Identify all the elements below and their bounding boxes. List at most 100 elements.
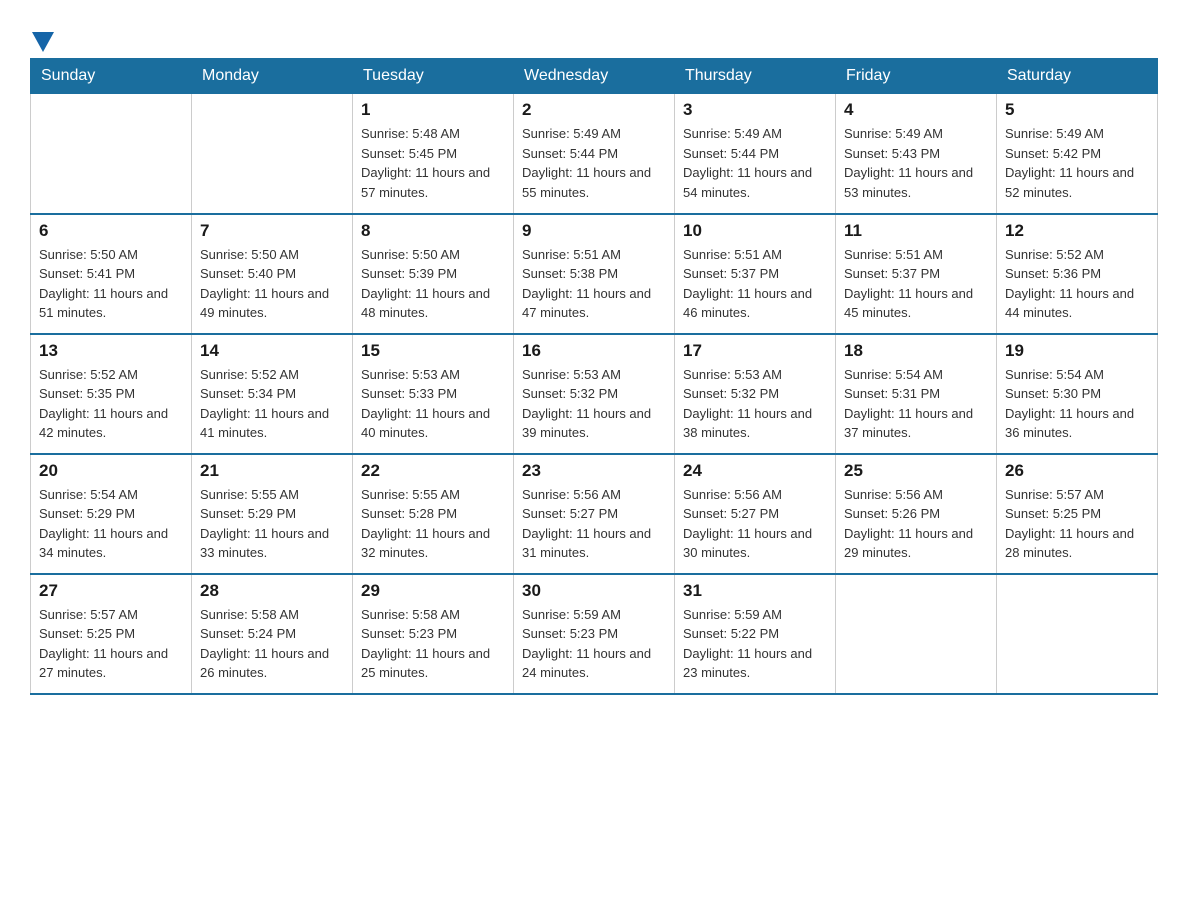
day-info: Sunrise: 5:54 AMSunset: 5:31 PMDaylight:… bbox=[844, 365, 988, 443]
calendar-week-row: 27Sunrise: 5:57 AMSunset: 5:25 PMDayligh… bbox=[31, 574, 1158, 694]
calendar-cell: 2Sunrise: 5:49 AMSunset: 5:44 PMDaylight… bbox=[514, 94, 675, 214]
calendar-cell: 23 Sunrise: 5:56 AMSunset: 5:27 PMDayligh… bbox=[514, 454, 675, 574]
day-info: Sunrise: 5:56 AMSunset: 5:26 PMDaylight:… bbox=[844, 485, 988, 563]
calendar-cell: 15 Sunrise: 5:53 AMSunset: 5:33 PMDayligh… bbox=[353, 334, 514, 454]
calendar-cell: 28 Sunrise: 5:58 AMSunset: 5:24 PMDayligh… bbox=[192, 574, 353, 694]
day-info: Sunrise: 5:51 AMSunset: 5:37 PMDaylight:… bbox=[683, 245, 827, 323]
day-number: 9 bbox=[522, 221, 666, 241]
calendar-cell: 20 Sunrise: 5:54 AMSunset: 5:29 PMDayligh… bbox=[31, 454, 192, 574]
day-number: 5 bbox=[1005, 100, 1149, 120]
calendar-cell: 13 Sunrise: 5:52 AMSunset: 5:35 PMDayligh… bbox=[31, 334, 192, 454]
day-number: 30 bbox=[522, 581, 666, 601]
calendar-cell: 17 Sunrise: 5:53 AMSunset: 5:32 PMDayligh… bbox=[675, 334, 836, 454]
calendar-cell: 9 Sunrise: 5:51 AMSunset: 5:38 PMDaylight… bbox=[514, 214, 675, 334]
calendar-header-row: SundayMondayTuesdayWednesdayThursdayFrid… bbox=[31, 59, 1158, 94]
day-info: Sunrise: 5:54 AMSunset: 5:30 PMDaylight:… bbox=[1005, 365, 1149, 443]
day-number: 21 bbox=[200, 461, 344, 481]
calendar-cell bbox=[997, 574, 1158, 694]
day-info: Sunrise: 5:57 AMSunset: 5:25 PMDaylight:… bbox=[1005, 485, 1149, 563]
calendar-cell bbox=[192, 94, 353, 214]
calendar-cell: 25 Sunrise: 5:56 AMSunset: 5:26 PMDayligh… bbox=[836, 454, 997, 574]
page-header bbox=[30, 20, 1158, 48]
calendar-cell: 4Sunrise: 5:49 AMSunset: 5:43 PMDaylight… bbox=[836, 94, 997, 214]
day-number: 24 bbox=[683, 461, 827, 481]
day-info: Sunrise: 5:58 AMSunset: 5:24 PMDaylight:… bbox=[200, 605, 344, 683]
day-info: Sunrise: 5:53 AMSunset: 5:32 PMDaylight:… bbox=[522, 365, 666, 443]
day-info: Sunrise: 5:54 AMSunset: 5:29 PMDaylight:… bbox=[39, 485, 183, 563]
day-info: Sunrise: 5:49 AMSunset: 5:44 PMDaylight:… bbox=[522, 124, 666, 202]
day-number: 22 bbox=[361, 461, 505, 481]
day-info: Sunrise: 5:50 AMSunset: 5:40 PMDaylight:… bbox=[200, 245, 344, 323]
day-number: 18 bbox=[844, 341, 988, 361]
calendar-cell: 11 Sunrise: 5:51 AMSunset: 5:37 PMDayligh… bbox=[836, 214, 997, 334]
calendar-cell: 27Sunrise: 5:57 AMSunset: 5:25 PMDayligh… bbox=[31, 574, 192, 694]
day-info: Sunrise: 5:59 AMSunset: 5:23 PMDaylight:… bbox=[522, 605, 666, 683]
day-number: 17 bbox=[683, 341, 827, 361]
day-number: 8 bbox=[361, 221, 505, 241]
day-number: 3 bbox=[683, 100, 827, 120]
day-number: 1 bbox=[361, 100, 505, 120]
calendar-cell: 16 Sunrise: 5:53 AMSunset: 5:32 PMDayligh… bbox=[514, 334, 675, 454]
day-info: Sunrise: 5:49 AMSunset: 5:44 PMDaylight:… bbox=[683, 124, 827, 202]
day-number: 19 bbox=[1005, 341, 1149, 361]
day-number: 14 bbox=[200, 341, 344, 361]
day-number: 12 bbox=[1005, 221, 1149, 241]
calendar-cell: 10Sunrise: 5:51 AMSunset: 5:37 PMDayligh… bbox=[675, 214, 836, 334]
day-info: Sunrise: 5:55 AMSunset: 5:29 PMDaylight:… bbox=[200, 485, 344, 563]
calendar-cell: 24Sunrise: 5:56 AMSunset: 5:27 PMDayligh… bbox=[675, 454, 836, 574]
day-number: 29 bbox=[361, 581, 505, 601]
calendar-cell: 30 Sunrise: 5:59 AMSunset: 5:23 PMDayligh… bbox=[514, 574, 675, 694]
day-info: Sunrise: 5:50 AMSunset: 5:39 PMDaylight:… bbox=[361, 245, 505, 323]
day-info: Sunrise: 5:49 AMSunset: 5:42 PMDaylight:… bbox=[1005, 124, 1149, 202]
day-number: 28 bbox=[200, 581, 344, 601]
day-number: 15 bbox=[361, 341, 505, 361]
calendar-cell: 26 Sunrise: 5:57 AMSunset: 5:25 PMDayligh… bbox=[997, 454, 1158, 574]
day-info: Sunrise: 5:52 AMSunset: 5:35 PMDaylight:… bbox=[39, 365, 183, 443]
calendar-cell: 8 Sunrise: 5:50 AMSunset: 5:39 PMDaylight… bbox=[353, 214, 514, 334]
logo bbox=[30, 30, 54, 48]
calendar-cell: 29 Sunrise: 5:58 AMSunset: 5:23 PMDayligh… bbox=[353, 574, 514, 694]
calendar-header-friday: Friday bbox=[836, 59, 997, 94]
day-number: 31 bbox=[683, 581, 827, 601]
day-number: 16 bbox=[522, 341, 666, 361]
day-number: 20 bbox=[39, 461, 183, 481]
calendar-week-row: 1Sunrise: 5:48 AMSunset: 5:45 PMDaylight… bbox=[31, 94, 1158, 214]
calendar-header-sunday: Sunday bbox=[31, 59, 192, 94]
calendar-week-row: 6 Sunrise: 5:50 AMSunset: 5:41 PMDaylight… bbox=[31, 214, 1158, 334]
calendar-header-tuesday: Tuesday bbox=[353, 59, 514, 94]
day-number: 4 bbox=[844, 100, 988, 120]
day-number: 11 bbox=[844, 221, 988, 241]
day-number: 7 bbox=[200, 221, 344, 241]
calendar-cell: 19 Sunrise: 5:54 AMSunset: 5:30 PMDayligh… bbox=[997, 334, 1158, 454]
day-info: Sunrise: 5:53 AMSunset: 5:32 PMDaylight:… bbox=[683, 365, 827, 443]
day-info: Sunrise: 5:51 AMSunset: 5:38 PMDaylight:… bbox=[522, 245, 666, 323]
day-info: Sunrise: 5:52 AMSunset: 5:34 PMDaylight:… bbox=[200, 365, 344, 443]
day-info: Sunrise: 5:51 AMSunset: 5:37 PMDaylight:… bbox=[844, 245, 988, 323]
calendar-table: SundayMondayTuesdayWednesdayThursdayFrid… bbox=[30, 58, 1158, 695]
calendar-header-monday: Monday bbox=[192, 59, 353, 94]
day-info: Sunrise: 5:53 AMSunset: 5:33 PMDaylight:… bbox=[361, 365, 505, 443]
day-number: 26 bbox=[1005, 461, 1149, 481]
day-info: Sunrise: 5:59 AMSunset: 5:22 PMDaylight:… bbox=[683, 605, 827, 683]
calendar-cell: 31 Sunrise: 5:59 AMSunset: 5:22 PMDayligh… bbox=[675, 574, 836, 694]
calendar-cell: 1Sunrise: 5:48 AMSunset: 5:45 PMDaylight… bbox=[353, 94, 514, 214]
calendar-cell: 18 Sunrise: 5:54 AMSunset: 5:31 PMDayligh… bbox=[836, 334, 997, 454]
calendar-cell: 14 Sunrise: 5:52 AMSunset: 5:34 PMDayligh… bbox=[192, 334, 353, 454]
calendar-header-thursday: Thursday bbox=[675, 59, 836, 94]
calendar-header-saturday: Saturday bbox=[997, 59, 1158, 94]
day-number: 27 bbox=[39, 581, 183, 601]
calendar-cell bbox=[836, 574, 997, 694]
day-info: Sunrise: 5:58 AMSunset: 5:23 PMDaylight:… bbox=[361, 605, 505, 683]
calendar-week-row: 20 Sunrise: 5:54 AMSunset: 5:29 PMDayligh… bbox=[31, 454, 1158, 574]
calendar-cell: 7 Sunrise: 5:50 AMSunset: 5:40 PMDaylight… bbox=[192, 214, 353, 334]
day-info: Sunrise: 5:56 AMSunset: 5:27 PMDaylight:… bbox=[522, 485, 666, 563]
day-number: 25 bbox=[844, 461, 988, 481]
day-number: 6 bbox=[39, 221, 183, 241]
logo-triangle-icon bbox=[32, 32, 54, 52]
day-number: 13 bbox=[39, 341, 183, 361]
day-info: Sunrise: 5:55 AMSunset: 5:28 PMDaylight:… bbox=[361, 485, 505, 563]
calendar-cell: 22 Sunrise: 5:55 AMSunset: 5:28 PMDayligh… bbox=[353, 454, 514, 574]
day-info: Sunrise: 5:50 AMSunset: 5:41 PMDaylight:… bbox=[39, 245, 183, 323]
day-number: 23 bbox=[522, 461, 666, 481]
calendar-cell: 5 Sunrise: 5:49 AMSunset: 5:42 PMDaylight… bbox=[997, 94, 1158, 214]
